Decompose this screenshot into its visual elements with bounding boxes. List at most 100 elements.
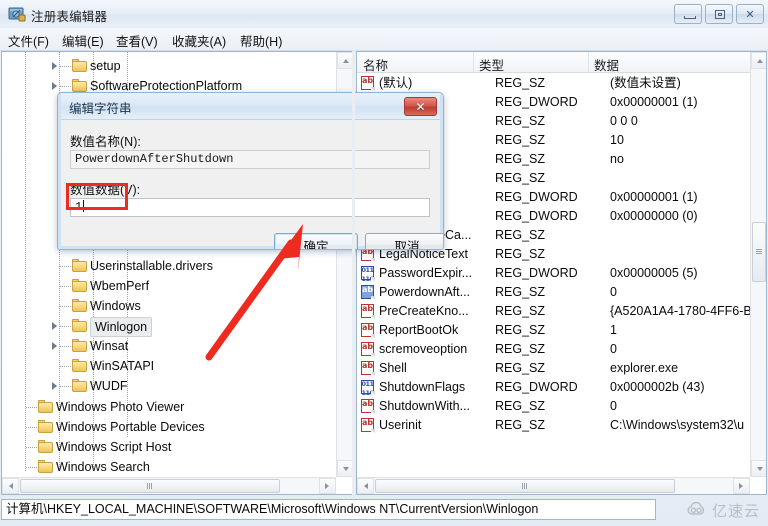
tree-scroll-right-button[interactable] — [319, 478, 336, 494]
tree-item[interactable]: Windows Portable Devices — [2, 417, 332, 437]
menu-view[interactable]: 查看(V) — [116, 31, 158, 50]
tree-item[interactable]: Windows Search — [2, 457, 332, 477]
expand-triangle-icon[interactable] — [51, 62, 60, 71]
values-hscroll-thumb[interactable] — [375, 479, 675, 493]
tree-item[interactable]: Windows Script Host — [2, 437, 332, 457]
tree-hscroll-thumb[interactable] — [20, 479, 280, 493]
values-scroll-right-button[interactable] — [733, 478, 750, 494]
value-row[interactable]: abShellREG_SZexplorer.exe — [357, 359, 766, 378]
value-row[interactable]: abPowerdownAft...REG_SZ0 — [357, 283, 766, 302]
pane-splitter[interactable] — [352, 51, 355, 495]
tree-connector — [60, 366, 71, 367]
maximize-icon — [715, 10, 725, 19]
values-scroll-thumb[interactable] — [752, 222, 766, 282]
values-scroll-up-button[interactable] — [751, 52, 767, 69]
value-data: no — [610, 150, 624, 169]
value-data: 0x0000002b (43) — [610, 378, 705, 397]
string-value-icon: ab — [361, 418, 375, 433]
watermark: 亿速云 — [686, 499, 760, 521]
value-type: REG_SZ — [495, 359, 545, 378]
tree-scroll-left-button[interactable] — [2, 478, 19, 494]
value-data: 0 — [610, 340, 617, 359]
string-value-icon: ab — [361, 399, 375, 414]
window-title: 注册表编辑器 — [31, 6, 107, 25]
tree-item-label: Windows — [90, 296, 141, 316]
dialog-title-bar: 编辑字符串 ✕ — [58, 93, 443, 120]
value-data: 0 0 0 — [610, 112, 638, 131]
column-divider[interactable] — [473, 52, 474, 73]
column-header-data[interactable]: 数据 — [594, 55, 619, 74]
tree-item[interactable]: setup — [2, 56, 332, 76]
value-type: REG_SZ — [495, 150, 545, 169]
tree-connector — [60, 286, 71, 287]
values-vertical-scrollbar[interactable] — [750, 52, 766, 477]
values-header-row: 名称 类型 数据 — [357, 52, 766, 73]
value-type: REG_SZ — [495, 74, 545, 93]
tree-item-label: Winlogon — [90, 317, 152, 337]
tree-horizontal-scrollbar[interactable] — [2, 477, 336, 494]
maximize-button[interactable] — [705, 4, 733, 24]
value-name-label: 数值名称(N): — [70, 131, 141, 150]
values-scroll-left-button[interactable] — [357, 478, 374, 494]
menu-bar: 文件(F) 编辑(E) 查看(V) 收藏夹(A) 帮助(H) — [0, 28, 768, 51]
value-data: 0x00000005 (5) — [610, 264, 698, 283]
value-name: Shell — [379, 359, 407, 378]
folder-icon — [38, 420, 53, 433]
string-value-icon: ab — [361, 304, 375, 319]
value-data: 0x00000001 (1) — [610, 93, 698, 112]
value-name: PowerdownAft... — [379, 283, 470, 302]
value-row[interactable]: abReportBootOkREG_SZ1 — [357, 321, 766, 340]
tree-scroll-up-button[interactable] — [337, 52, 353, 69]
value-row[interactable]: abPreCreateKno...REG_SZ{A520A1A4-1780-4F… — [357, 302, 766, 321]
value-row[interactable]: abUserinitREG_SZC:\Windows\system32\u — [357, 416, 766, 435]
menu-edit[interactable]: 编辑(E) — [62, 31, 104, 50]
value-name: PreCreateKno... — [379, 302, 469, 321]
folder-icon — [72, 299, 87, 312]
column-divider[interactable] — [588, 52, 589, 73]
value-row[interactable]: ab(默认)REG_SZ(数值未设置) — [357, 74, 766, 93]
value-name: Userinit — [379, 416, 421, 435]
expand-triangle-icon[interactable] — [51, 82, 60, 91]
tree-scroll-down-button[interactable] — [337, 460, 353, 477]
tree-connector — [60, 326, 71, 327]
menu-favorites[interactable]: 收藏夹(A) — [172, 31, 226, 50]
value-type: REG_SZ — [495, 131, 545, 150]
expand-triangle-icon[interactable] — [51, 322, 60, 331]
menu-help[interactable]: 帮助(H) — [240, 31, 282, 50]
value-row[interactable]: abShutdownWith...REG_SZ0 — [357, 397, 766, 416]
tree-connector — [60, 386, 71, 387]
values-scroll-down-button[interactable] — [751, 460, 767, 477]
value-data: 1 — [610, 321, 617, 340]
expand-triangle-icon[interactable] — [51, 342, 60, 351]
column-header-type[interactable]: 类型 — [479, 55, 504, 74]
column-header-name[interactable]: 名称 — [363, 55, 388, 74]
close-button[interactable]: ✕ — [736, 4, 764, 24]
tree-connector — [26, 467, 37, 468]
value-data: 0 — [610, 397, 617, 416]
tree-item-label: WbemPerf — [90, 276, 149, 296]
value-type: REG_DWORD — [495, 264, 578, 283]
value-row[interactable]: abscremoveoptionREG_SZ0 — [357, 340, 766, 359]
value-row[interactable]: 011110ShutdownFlagsREG_DWORD0x0000002b (… — [357, 378, 766, 397]
red-arrow-annotation — [195, 215, 320, 365]
minimize-button[interactable] — [674, 4, 702, 24]
value-row[interactable]: 011110PasswordExpir...REG_DWORD0x0000000… — [357, 264, 766, 283]
cancel-button[interactable]: 取消 — [365, 233, 444, 250]
folder-icon — [72, 359, 87, 372]
registry-editor-window: 注册表编辑器 ✕ 文件(F) 编辑(E) 查看(V) 收藏夹(A) 帮助(H) — [0, 0, 768, 526]
expand-triangle-icon[interactable] — [51, 382, 60, 391]
registry-editor-icon — [8, 5, 26, 23]
value-name: ReportBootOk — [379, 321, 458, 340]
string-value-icon: ab — [361, 361, 375, 376]
menu-file[interactable]: 文件(F) — [8, 31, 49, 50]
tree-item-label: Windows Search — [56, 457, 150, 477]
value-data: 10 — [610, 131, 624, 150]
tree-item[interactable]: Windows Photo Viewer — [2, 397, 332, 417]
dialog-close-button[interactable]: ✕ — [404, 97, 437, 116]
value-name-input[interactable]: PowerdownAfterShutdown — [70, 150, 430, 169]
minimize-icon — [684, 16, 696, 19]
tree-item[interactable]: WUDF — [2, 376, 332, 396]
value-type: REG_DWORD — [495, 93, 578, 112]
value-name: ShutdownWith... — [379, 397, 470, 416]
values-horizontal-scrollbar[interactable] — [357, 477, 750, 494]
